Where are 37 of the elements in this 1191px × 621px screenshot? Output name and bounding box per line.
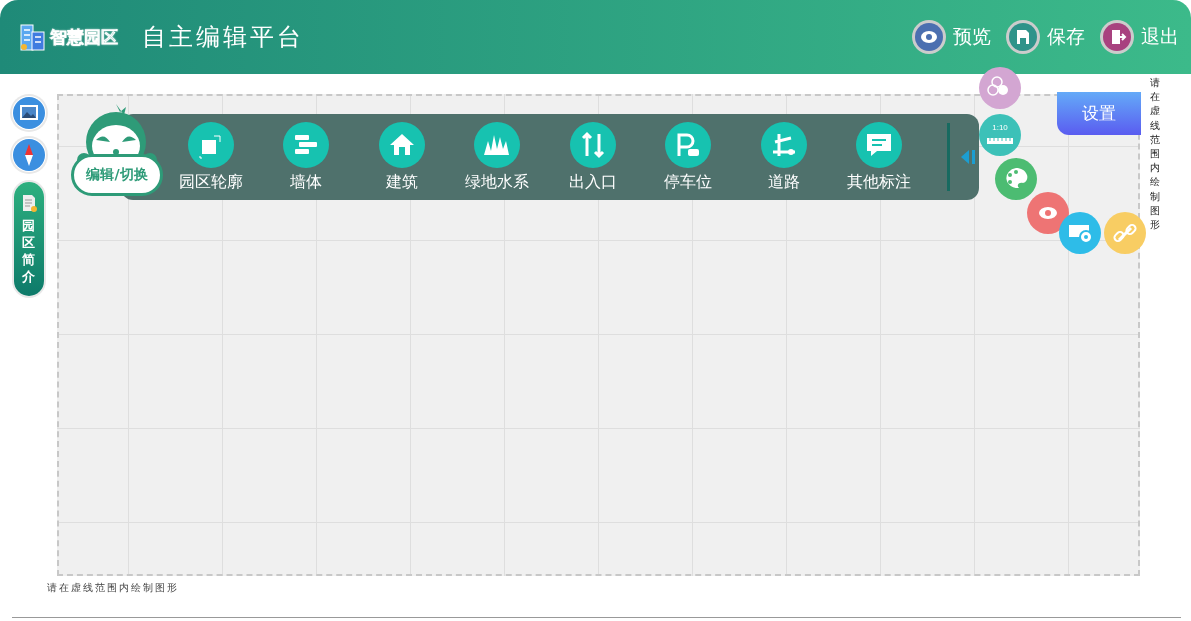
- speech-bubble-icon: [856, 121, 903, 168]
- house-icon: [378, 121, 425, 168]
- bars-icon: [283, 121, 330, 168]
- tool-button[interactable]: 绿地水系: [449, 121, 545, 193]
- document-icon: [20, 194, 37, 212]
- tool-button[interactable]: 出入口: [545, 121, 641, 193]
- buildings-icon: [18, 22, 48, 52]
- collapse-icon: [960, 148, 976, 166]
- save-icon: [1005, 19, 1041, 55]
- tool-button[interactable]: 其他标注: [831, 121, 927, 193]
- palette-icon: [1005, 168, 1028, 188]
- compass-button[interactable]: [11, 138, 46, 172]
- tool-button[interactable]: 建筑: [354, 121, 450, 193]
- page-title: 自主编辑平台: [142, 22, 304, 53]
- image-button[interactable]: [11, 96, 46, 130]
- settings-button[interactable]: 设置: [1057, 92, 1141, 135]
- scale-label: 1:10: [991, 123, 1009, 132]
- preview-icon: [911, 19, 947, 55]
- tool-button[interactable]: 墙体: [258, 121, 354, 193]
- compass-icon: [11, 138, 46, 172]
- tool-button[interactable]: 道路: [736, 121, 832, 193]
- arrows-icon: [569, 121, 616, 168]
- exit-icon: [1099, 19, 1135, 55]
- tool-button[interactable]: 园区轮廓: [163, 121, 259, 193]
- logo-text: 智慧园区: [50, 25, 118, 49]
- link-icon: [1113, 223, 1138, 244]
- grass-icon: [474, 121, 521, 168]
- hint-text: 请在虚线范围内绘制图形: [1150, 76, 1160, 232]
- switch-button[interactable]: 编辑/切换: [71, 154, 163, 196]
- eye-icon: [1039, 207, 1057, 219]
- parking-icon: [665, 121, 712, 168]
- hint-text: 请在虚线范围内绘制图形: [47, 581, 180, 595]
- picture-icon: [11, 96, 46, 130]
- tool-button[interactable]: 停车位: [640, 121, 736, 193]
- ruler-icon: [987, 137, 1013, 145]
- preview-button[interactable]: 预览: [911, 19, 991, 55]
- intro-button[interactable]: 园区简介: [13, 182, 44, 296]
